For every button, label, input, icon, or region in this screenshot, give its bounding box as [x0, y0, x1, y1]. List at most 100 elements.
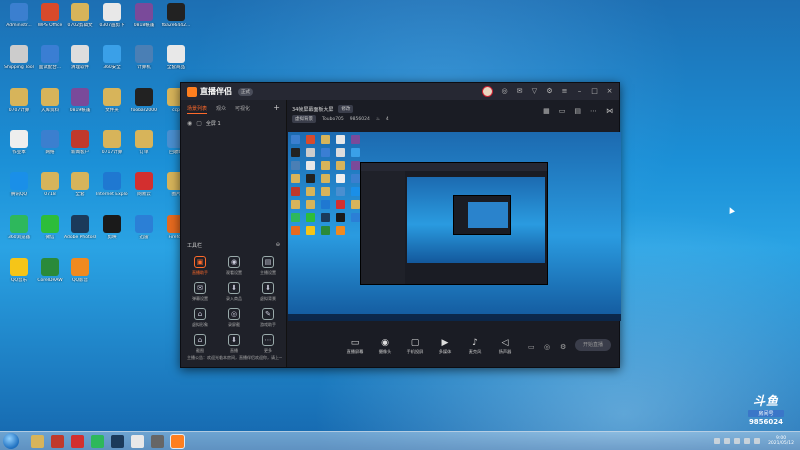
room-tag[interactable]: 虚拟背景	[292, 115, 316, 123]
settings-small-icon[interactable]: ⚙	[560, 343, 566, 351]
start-button[interactable]	[3, 433, 19, 449]
source-control-label: 手机投屏	[406, 349, 424, 354]
camera-small-icon[interactable]: ▭	[528, 343, 535, 351]
desktop-icon[interactable]: 全套	[64, 172, 96, 197]
mail-icon[interactable]: ✉	[516, 88, 523, 95]
taskbar-explorer-icon[interactable]	[31, 434, 44, 448]
tool-item[interactable]: ✎ 游戏助手	[251, 308, 285, 328]
desktop-icon[interactable]: Internet Explorer	[96, 172, 128, 197]
taskbar-tool-icon[interactable]	[151, 434, 164, 448]
desktop-icon[interactable]: Administr...	[3, 3, 35, 28]
close-icon[interactable]: ×	[606, 88, 613, 95]
desktop-icon[interactable]: 清理软件	[64, 45, 96, 70]
desktop-icon[interactable]: 面试配合...	[34, 45, 66, 70]
tool-item[interactable]: ▣ 直播助手	[183, 256, 217, 276]
more-icon[interactable]: ⋯	[590, 107, 597, 115]
scene-item[interactable]: ◉ ▢ 全屏 1	[181, 117, 286, 130]
desktop-icon[interactable]: fba2e6442...	[160, 3, 192, 28]
tool-item[interactable]: ▤ 主播设置	[251, 256, 285, 276]
desktop-icon[interactable]: 全套商品	[160, 45, 192, 70]
taskbar-netease-icon[interactable]	[71, 434, 84, 448]
tool-item[interactable]: ⬇ 录入商品	[217, 282, 251, 302]
desktop-icon[interactable]: 0718	[34, 172, 66, 197]
desktop-icon[interactable]: 迅雷	[128, 215, 160, 240]
desktop-icon[interactable]: 360安全	[96, 45, 128, 70]
desktop-icon[interactable]: QQ影音	[64, 258, 96, 283]
version-badge[interactable]: 正式	[238, 87, 253, 96]
desktop-icon[interactable]: 计算机	[128, 45, 160, 70]
tool-item[interactable]: ⋯ 更多	[251, 334, 285, 354]
tool-item[interactable]: ✉ 弹幕设置	[183, 282, 217, 302]
desktop-icon[interactable]: CorelDRAW	[34, 258, 66, 283]
edit-room-button[interactable]: 修改	[338, 105, 354, 113]
maximize-icon[interactable]: □	[591, 88, 598, 95]
desktop-icon[interactable]: 0819帐篷	[64, 88, 96, 113]
desktop-icon[interactable]: 入库资料	[34, 88, 66, 113]
desktop-icon[interactable]: 0818帐篷	[128, 3, 160, 28]
desktop-icon[interactable]: 新闻客户	[64, 130, 96, 155]
source-control[interactable]: ◁ 扬声器	[494, 338, 516, 355]
desktop-icon[interactable]: 订单	[128, 130, 160, 155]
taskbar-browser-icon[interactable]	[91, 434, 104, 448]
start-live-button[interactable]: 开始直播	[575, 339, 611, 351]
desktop-icon[interactable]: 微信	[34, 215, 66, 240]
lock-icon[interactable]: ▢	[196, 120, 202, 127]
window-icon[interactable]: ▭	[559, 107, 566, 115]
desktop-icon[interactable]: Shipping Tool	[3, 45, 35, 70]
tool-item[interactable]: ⌂ 截图	[183, 334, 217, 354]
source-control[interactable]: ◉ 摄像头	[374, 338, 396, 355]
desktop-icon[interactable]: 剪映	[96, 215, 128, 240]
source-control[interactable]: ▭ 直播屏幕	[344, 338, 366, 355]
tools-more-icon[interactable]: ⊖	[276, 242, 280, 249]
tool-item[interactable]: ⬇ 虚拟背景	[251, 282, 285, 302]
desktop-icon[interactable]: 作业本	[3, 130, 35, 155]
add-scene-icon[interactable]: +	[273, 104, 280, 114]
source-control[interactable]: ▶ 多媒体	[434, 338, 456, 355]
desktop-icon[interactable]: 360浏览器	[3, 215, 35, 240]
tool-item[interactable]: ⌂ 虚拟形象	[183, 308, 217, 328]
taskbar-photoshop-icon[interactable]	[111, 434, 124, 448]
clock[interactable]: 9:00 2021/05/12	[768, 436, 794, 446]
tool-item[interactable]: ⬇ 直播	[217, 334, 251, 354]
desktop-icon[interactable]: WPS Office	[34, 3, 66, 28]
desktop-icon[interactable]: 0717计算	[96, 130, 128, 155]
tab-audience[interactable]: 观众	[216, 105, 226, 114]
volume-icon[interactable]	[754, 438, 761, 444]
desktop-icon[interactable]: 文件夹	[96, 88, 128, 113]
minimize-icon[interactable]: –	[576, 88, 583, 95]
user-avatar[interactable]	[482, 86, 493, 97]
bag-icon[interactable]: ▤	[574, 107, 581, 115]
shirt-icon[interactable]: ▽	[531, 88, 538, 95]
desktop-icon[interactable]: 网易云	[128, 172, 160, 197]
tab-scenes[interactable]: 场景列表	[187, 105, 208, 114]
desktop-icon[interactable]: Adobe Photoshop	[64, 215, 96, 240]
source-control[interactable]: ♪ 麦克风	[464, 338, 486, 355]
eye-small-icon[interactable]: ◎	[544, 343, 550, 351]
desktop-icon[interactable]: foobar2000	[128, 88, 160, 113]
eye-icon[interactable]: ◉	[187, 120, 192, 127]
desktop-icon[interactable]: 0707计算	[3, 88, 35, 113]
tray-icon-4[interactable]	[744, 438, 751, 444]
live-preview[interactable]: ▸	[288, 132, 621, 321]
taskbar-music-icon[interactable]	[51, 434, 64, 448]
tool-item[interactable]: ◉ 观看设置	[217, 256, 251, 276]
taskbar-live-assistant-icon[interactable]	[170, 433, 185, 449]
tool-item[interactable]: ◎ 录屏截	[217, 308, 251, 328]
gift-icon[interactable]: ▦	[543, 107, 550, 115]
tray-icon-2[interactable]	[724, 438, 731, 444]
desktop-icon[interactable]: 网络	[34, 130, 66, 155]
app-titlebar[interactable]: 直播伴侣 正式 ◎ ✉ ▽ ⚙ ≡ – □ ×	[181, 83, 619, 100]
desktop-icon[interactable]: 0307画剪下	[96, 3, 128, 28]
settings-icon[interactable]: ⚙	[546, 88, 553, 95]
share-icon[interactable]: ⋈	[606, 107, 613, 115]
tab-visual[interactable]: 可视化	[235, 105, 250, 114]
desktop-icon[interactable]: 腾讯QQ	[3, 172, 35, 197]
desktop-icon[interactable]: 0702剪辑文	[64, 3, 96, 28]
desktop-icon[interactable]: QQ音乐	[3, 258, 35, 283]
menu-icon[interactable]: ≡	[561, 88, 568, 95]
tray-icon-1[interactable]	[714, 438, 721, 444]
message-icon[interactable]: ◎	[501, 88, 508, 95]
tray-icon-3[interactable]	[734, 438, 741, 444]
source-control[interactable]: ▢ 手机投屏	[404, 338, 426, 355]
taskbar-paint-icon[interactable]	[131, 434, 144, 448]
